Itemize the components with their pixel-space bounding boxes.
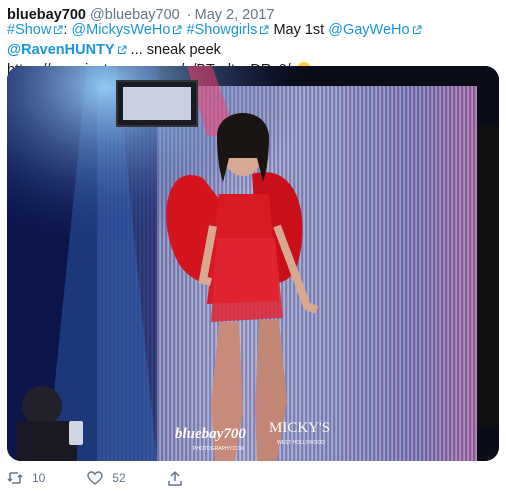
- date-text: May 1st: [273, 22, 325, 38]
- heart-icon: [87, 471, 104, 485]
- watermark-right-sub: WEST HOLLYWOOD: [277, 440, 325, 446]
- hashtag-showgirls-link[interactable]: #Showgirls: [186, 22, 257, 38]
- external-link-icon: [173, 25, 182, 34]
- like-count: 52: [112, 471, 126, 485]
- tweet-actions: 10 52: [7, 468, 182, 488]
- retweet-button[interactable]: 10: [7, 471, 45, 485]
- mention-gayweho-link[interactable]: @GayWeHo: [328, 22, 409, 38]
- external-link-icon: [54, 25, 63, 34]
- mention-raven-link[interactable]: @RavenHUNTY: [7, 42, 115, 58]
- retweet-icon: [7, 472, 23, 484]
- mention-mickys-link[interactable]: @MickysWeHo: [71, 22, 170, 38]
- external-link-icon: [117, 45, 127, 54]
- hashtag-show-link[interactable]: #Show: [7, 22, 51, 38]
- retweet-count: 10: [32, 471, 46, 485]
- tweet-photo[interactable]: bluebay700 PHOTOGRAPHY.COM MICKY'S WEST …: [7, 66, 499, 461]
- watermark-left: bluebay700: [175, 426, 246, 442]
- external-link-icon: [412, 25, 422, 34]
- performer-image: bluebay700 PHOTOGRAPHY.COM MICKY'S WEST …: [7, 66, 499, 461]
- watermark-left-sub: PHOTOGRAPHY.COM: [193, 446, 244, 452]
- share-icon: [167, 470, 182, 486]
- watermark-right: MICKY'S: [269, 420, 330, 436]
- external-link-icon: [260, 25, 269, 34]
- share-button[interactable]: [167, 470, 182, 486]
- like-button[interactable]: 52: [87, 471, 126, 485]
